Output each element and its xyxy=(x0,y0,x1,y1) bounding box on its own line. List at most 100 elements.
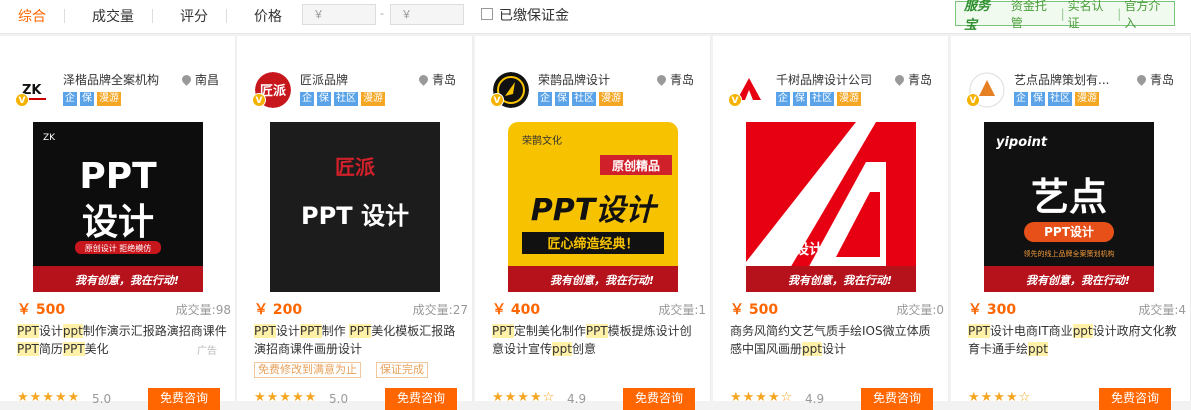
divider xyxy=(152,9,153,23)
rating-stars: ★★★★☆ xyxy=(730,390,794,405)
real-name-link[interactable]: 实名认证 xyxy=(1065,0,1118,31)
svg-text:原创精品: 原创精品 xyxy=(612,158,660,173)
location-pin-icon xyxy=(180,73,193,86)
product-image[interactable]: 荣鹊文化 原创精品 PPT设计 匠心缔造经典！ 我有创意，我在行动! xyxy=(508,122,678,292)
tag-guarantee: 保 xyxy=(80,92,94,106)
shop-tags: 企 保 社区 漫游 xyxy=(538,92,623,106)
tag-guarantee: 保 xyxy=(317,92,331,106)
tag-roaming: 漫游 xyxy=(837,92,861,106)
product-image[interactable]: 匠派 PPT 设计 xyxy=(270,122,440,292)
product-image[interactable]: ZK PPT 设计 原创设计 拒绝模仿 我有创意，我在行动! xyxy=(33,122,203,292)
tag-enterprise: 企 xyxy=(776,92,790,106)
price: ￥ 400 xyxy=(492,302,541,318)
rating-stars: ★★★★★ xyxy=(17,390,81,405)
tag-roaming: 漫游 xyxy=(599,92,623,106)
free-consult-button[interactable]: 免费咨询 xyxy=(623,388,695,410)
service-guarantee-bar[interactable]: 服务宝 资金托管 | 实名认证 | 官方介入 xyxy=(955,0,1175,33)
tag-guarantee: 保 xyxy=(555,92,569,106)
product-card[interactable]: ZK V 泽楷品牌全案机构 南昌 企 保 漫游 ZK PPT 设计 原创设计 拒… xyxy=(0,36,236,410)
rating-stars: ★★★★☆ xyxy=(492,390,556,405)
location-pin-icon xyxy=(1135,73,1148,86)
shop-name[interactable]: 匠派品牌 xyxy=(300,71,348,88)
tag-guarantee: 保 xyxy=(1031,92,1045,106)
tag-community: 社区 xyxy=(572,92,596,106)
rating-score: 5.0 xyxy=(329,392,349,406)
product-title[interactable]: PPT设计ppt制作演示汇报路演招商课件PPT简历PPT美化 xyxy=(17,322,227,358)
product-title[interactable]: PPT设计电商IT商业ppt设计政府文化教育卡通手绘ppt xyxy=(968,322,1178,358)
rating-stars: ★★★★☆ xyxy=(968,390,1032,405)
location-pin-icon xyxy=(655,73,668,86)
product-card[interactable]: 匠派 V 匠派品牌 青岛 企 保 社区 漫游 匠派 PPT 设计 ￥ 200 成… xyxy=(237,36,473,410)
shop-tags: 企 保 漫游 xyxy=(63,92,121,106)
svg-text:荣鹊文化: 荣鹊文化 xyxy=(522,134,562,147)
thumb-headline: PPT设计 xyxy=(531,193,659,228)
free-consult-button[interactable]: 免费咨询 xyxy=(148,388,220,410)
shop-tags: 企 保 社区 漫游 xyxy=(776,92,861,106)
deal-count: 成交量:4 xyxy=(1138,303,1186,317)
tag-community: 社区 xyxy=(1048,92,1072,106)
product-card[interactable]: V 千树品牌设计公司 青岛 企 保 社区 漫游 PPT设计 我有创意，我在行动!… xyxy=(713,36,949,410)
thumb-headline: 艺点 xyxy=(1031,175,1107,219)
price-range-dash: - xyxy=(380,7,384,20)
product-image[interactable]: PPT设计 我有创意，我在行动! xyxy=(746,122,916,292)
escrow-link[interactable]: 资金托管 xyxy=(1008,0,1061,31)
svg-text:我有创意，我在行动!: 我有创意，我在行动! xyxy=(1026,274,1130,287)
deal-count: 成交量:1 xyxy=(658,303,706,317)
product-card[interactable]: V 艺点品牌策划有... 青岛 企 保 社区 漫游 yipoint 艺点 PPT… xyxy=(951,36,1191,410)
tag-enterprise: 企 xyxy=(63,92,77,106)
filter-bar: 综合 成交量 评分 价格 ￥ - ￥ 已缴保证金 服务宝 资金托管 | 实名认证… xyxy=(0,0,1191,34)
svg-text:我有创意，我在行动!: 我有创意，我在行动! xyxy=(75,274,179,287)
shop-name[interactable]: 泽楷品牌全案机构 xyxy=(63,71,159,88)
svg-text:我有创意，我在行动!: 我有创意，我在行动! xyxy=(788,274,892,287)
free-consult-button[interactable]: 免费咨询 xyxy=(1099,388,1171,410)
price: ￥ 500 xyxy=(730,302,779,318)
shop-name[interactable]: 荣鹊品牌设计 xyxy=(538,71,610,88)
free-consult-button[interactable]: 免费咨询 xyxy=(861,388,933,410)
thumb-subheadline: 设计 xyxy=(82,202,154,243)
verified-icon: V xyxy=(490,93,504,107)
price-max-input[interactable]: ￥ xyxy=(390,4,464,25)
product-image[interactable]: yipoint 艺点 PPT设计 领先的线上品牌全案策划机构 我有创意，我在行动… xyxy=(984,122,1154,292)
tag-community: 社区 xyxy=(334,92,358,106)
verified-icon: V xyxy=(15,93,29,107)
location: 南昌 xyxy=(180,71,219,88)
shop-name[interactable]: 艺点品牌策划有... xyxy=(1014,71,1109,88)
sort-rating[interactable]: 评分 xyxy=(180,6,208,26)
deposit-checkbox-label[interactable]: 已缴保证金 xyxy=(499,5,569,25)
rating-stars: ★★★★★ xyxy=(254,390,318,405)
location-pin-icon xyxy=(417,73,430,86)
location: 青岛 xyxy=(1135,71,1174,88)
svg-text:匠心缔造经典！: 匠心缔造经典！ xyxy=(547,236,638,252)
product-title[interactable]: 商务风简约文艺气质手绘IOS微立体质感中国风画册ppt设计 xyxy=(730,322,940,358)
svg-text:yipoint: yipoint xyxy=(996,135,1048,150)
deposit-checkbox[interactable] xyxy=(481,8,493,20)
tag-roaming: 漫游 xyxy=(97,92,121,106)
rating-score: 4.9 xyxy=(805,392,825,406)
free-consult-button[interactable]: 免费咨询 xyxy=(385,388,457,410)
sort-price[interactable]: 价格 xyxy=(254,6,282,26)
tag-community: 社区 xyxy=(810,92,834,106)
product-title[interactable]: PPT设计PPT制作 PPT美化模板汇报路演招商课件画册设计 xyxy=(254,322,464,358)
deal-count: 成交量:0 xyxy=(896,303,944,317)
promo-tag: 免费修改到满意为止 xyxy=(254,362,361,378)
divider xyxy=(64,9,65,23)
svg-text:领先的线上品牌全案策划机构: 领先的线上品牌全案策划机构 xyxy=(1024,249,1115,258)
tag-roaming: 漫游 xyxy=(1075,92,1099,106)
official-intervention-link[interactable]: 官方介入 xyxy=(1121,0,1174,31)
verified-icon: V xyxy=(728,93,742,107)
sort-comprehensive[interactable]: 综合 xyxy=(18,6,46,26)
product-card[interactable]: V 荣鹊品牌设计 青岛 企 保 社区 漫游 荣鹊文化 原创精品 PPT设计 匠心… xyxy=(475,36,711,410)
ad-label: 广告 xyxy=(197,346,217,357)
location-pin-icon xyxy=(893,73,906,86)
price-min-input[interactable]: ￥ xyxy=(302,4,376,25)
tag-guarantee: 保 xyxy=(793,92,807,106)
shop-name[interactable]: 千树品牌设计公司 xyxy=(776,71,872,88)
shop-tags: 企 保 社区 漫游 xyxy=(1014,92,1099,106)
svg-text:ZK: ZK xyxy=(43,133,56,143)
svg-text:原创设计 拒绝模仿: 原创设计 拒绝模仿 xyxy=(85,243,152,253)
price: ￥ 200 xyxy=(254,302,303,318)
product-title[interactable]: PPT定制美化制作PPT模板提炼设计创意设计宣传ppt创意 xyxy=(492,322,702,358)
location: 青岛 xyxy=(655,71,694,88)
sort-volume[interactable]: 成交量 xyxy=(92,6,134,26)
tag-enterprise: 企 xyxy=(1014,92,1028,106)
